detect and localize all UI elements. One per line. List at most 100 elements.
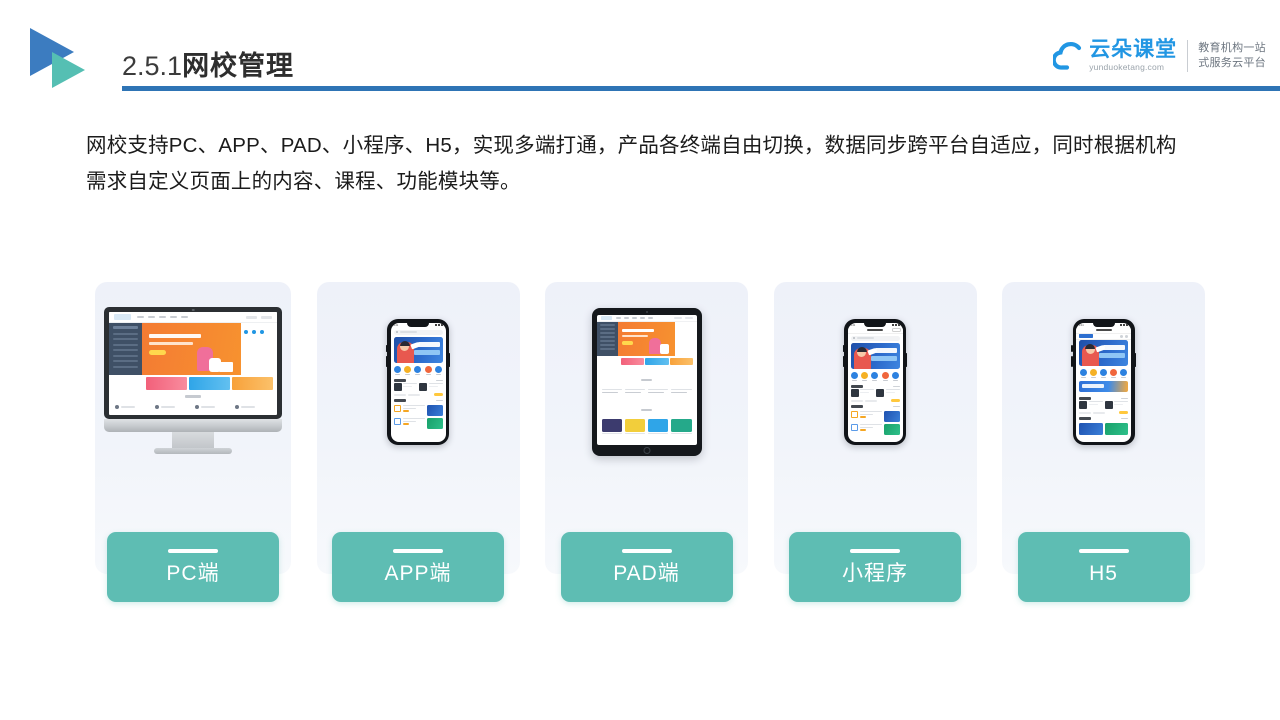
pc-sidebar-item <box>113 338 138 340</box>
category-label <box>405 373 411 376</box>
h5-recommend-card[interactable] <box>1104 422 1128 435</box>
device-label-h5[interactable]: H5 <box>1017 532 1190 602</box>
category-icon-item[interactable] <box>1110 368 1118 379</box>
category-icon-item[interactable] <box>434 365 442 376</box>
category-icon-item[interactable] <box>1120 368 1128 379</box>
pc-hero-section <box>109 323 277 375</box>
status-icons <box>434 324 443 326</box>
section-more-link[interactable] <box>435 379 443 382</box>
miniprogram-search-input[interactable] <box>850 335 900 341</box>
category-icon-item[interactable] <box>851 371 859 382</box>
category-label <box>1121 376 1127 379</box>
smartphone-mockup: 9:41 <box>1071 319 1136 445</box>
miniprogram-recommend-item[interactable] <box>850 423 900 435</box>
category-icon-item[interactable] <box>881 371 889 382</box>
menu-icon[interactable] <box>1120 334 1123 338</box>
pc-banner-illustration-book <box>219 362 233 372</box>
imac-mockup <box>104 307 282 457</box>
category-icon-item[interactable] <box>891 371 899 382</box>
device-label-miniprogram[interactable]: 小程序 <box>789 532 961 602</box>
pc-course-meta <box>235 405 271 409</box>
pc-search-box <box>246 315 257 319</box>
label-dash <box>850 548 900 553</box>
section-more-link[interactable] <box>892 385 900 388</box>
phone-mute-switch <box>1071 345 1073 352</box>
app-hero-banner <box>393 336 443 363</box>
category-icon-item[interactable] <box>1079 368 1087 379</box>
h5-site-logo <box>1079 334 1093 338</box>
page-title: 2.5.1 网校管理 <box>122 44 294 83</box>
course-item[interactable] <box>850 388 874 397</box>
category-icon-item[interactable] <box>1089 368 1097 379</box>
phone-power-button <box>449 353 451 367</box>
app-search-input[interactable] <box>393 329 443 335</box>
pad-user-panel <box>674 322 697 356</box>
category-icon-item[interactable] <box>394 365 402 376</box>
battery-icon <box>440 324 443 326</box>
pc-sidebar-item <box>113 343 138 346</box>
category-icon <box>394 365 402 373</box>
section-title <box>393 379 406 382</box>
pc-course-item <box>155 403 191 409</box>
device-card-pad[interactable]: PAD端 <box>545 282 748 602</box>
course-item[interactable] <box>1104 400 1128 409</box>
course-thumbnail <box>876 388 884 397</box>
pad-grid-item[interactable] <box>670 418 692 435</box>
category-icon-item[interactable] <box>861 371 869 382</box>
device-card-pc[interactable]: PC端 <box>95 282 291 602</box>
section-more-link[interactable] <box>1121 417 1128 420</box>
category-icon-item[interactable] <box>414 365 422 376</box>
h5-page-title <box>1095 328 1112 332</box>
course-title <box>428 382 443 385</box>
app-tag-row <box>391 391 446 397</box>
h5-recommend-card[interactable] <box>1079 422 1103 435</box>
device-label-app[interactable]: APP端 <box>332 532 504 602</box>
pad-nav-bar <box>596 315 697 322</box>
pad-grid-tile <box>601 418 623 432</box>
section-more-link[interactable] <box>1121 397 1128 400</box>
category-icon <box>1120 368 1128 376</box>
course-item[interactable] <box>876 388 900 397</box>
home-button-icon[interactable] <box>643 446 650 454</box>
section-more-link[interactable] <box>435 399 443 402</box>
miniprogram-category-icons <box>848 369 903 383</box>
category-label <box>852 379 858 382</box>
course-item[interactable] <box>419 382 443 391</box>
miniprogram-capsule-button[interactable] <box>891 328 901 332</box>
phone-frame: 9:41 <box>387 319 449 445</box>
device-card-app[interactable]: 9:41 APP端 <box>316 282 520 602</box>
device-label-pad[interactable]: PAD端 <box>560 532 733 602</box>
course-item[interactable] <box>1079 400 1103 409</box>
section-more-link[interactable] <box>892 405 900 408</box>
category-icon-item[interactable] <box>871 371 879 382</box>
pc-course-meta <box>195 405 231 409</box>
pc-panel-actions <box>244 330 274 334</box>
course-title <box>885 388 900 391</box>
category-icon-item[interactable] <box>424 365 432 376</box>
course-item[interactable] <box>393 382 417 391</box>
h5-hero-banner <box>1079 339 1128 366</box>
miniprogram-recommend-item[interactable] <box>850 410 900 422</box>
app-recommend-item[interactable] <box>393 417 443 429</box>
device-label-pc[interactable]: PC端 <box>107 532 279 602</box>
h5-promo-banner[interactable] <box>1079 381 1128 393</box>
brand-logo: 云朵课堂 yunduoketang.com 教育机构一站 式服务云平台 <box>1053 32 1266 80</box>
device-card-h5[interactable]: 9:41 H5 <box>1002 282 1205 602</box>
pad-grid-item[interactable] <box>647 418 669 435</box>
device-illustration-pc <box>95 282 291 482</box>
user-icon[interactable] <box>1125 334 1128 338</box>
h5-site-header <box>1076 333 1131 340</box>
pad-grid-item[interactable] <box>601 418 623 435</box>
pad-grid-item[interactable] <box>624 418 646 435</box>
pc-course-meta-text <box>161 406 175 408</box>
app-recommend-item[interactable] <box>393 404 443 416</box>
h5-recommend-cards <box>1079 422 1128 435</box>
category-icon-item[interactable] <box>404 365 412 376</box>
pad-section-heading-bar <box>641 408 652 411</box>
pc-nav-item <box>181 316 188 318</box>
device-card-miniprogram[interactable]: 9:41 小程序 <box>773 282 977 602</box>
brand-url: yunduoketang.com <box>1089 62 1165 72</box>
phone-frame: 9:41 <box>844 319 906 445</box>
category-icon-item[interactable] <box>1099 368 1107 379</box>
signal-icon <box>1120 324 1122 326</box>
